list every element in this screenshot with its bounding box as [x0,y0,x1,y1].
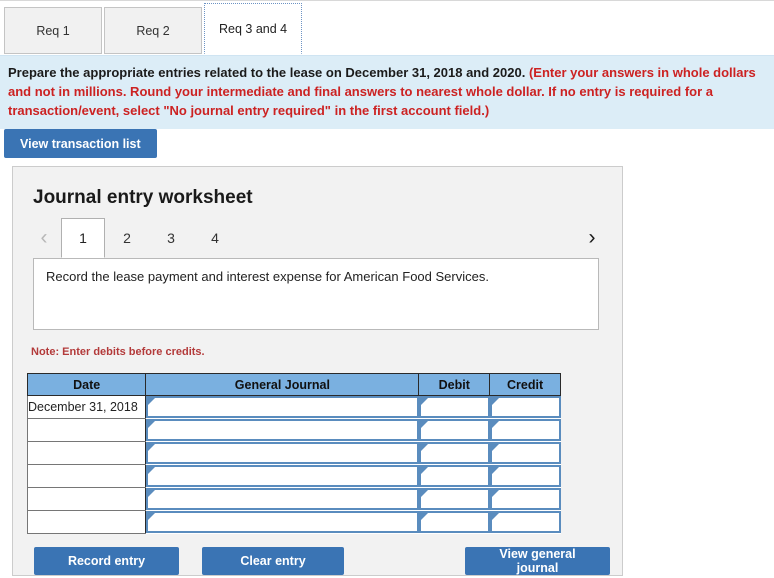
entry-description-box: Record the lease payment and interest ex… [33,258,599,330]
credit-cell[interactable] [489,464,561,488]
date-cell [26,487,147,511]
pager-page-label: 1 [79,230,87,246]
debit-cell[interactable] [418,510,490,534]
view-general-journal-button[interactable]: View general journal [465,547,610,575]
tabstrip-filler [304,6,770,54]
table-row [26,418,561,442]
credit-cell[interactable] [489,418,561,442]
date-cell: December 31, 2018 [26,395,147,419]
journal-entry-worksheet-panel: Journal entry worksheet ‹ 1 2 3 4 › Reco… [12,166,623,576]
date-cell [26,441,147,465]
credit-cell[interactable] [489,510,561,534]
column-header-credit: Credit [489,373,561,396]
instructions-banner: Prepare the appropriate entries related … [0,55,774,129]
credit-input[interactable] [489,465,561,487]
credit-cell[interactable] [489,441,561,465]
debit-input[interactable] [418,419,490,441]
top-divider [0,0,774,1]
credit-input[interactable] [489,442,561,464]
general-journal-input[interactable] [146,442,419,464]
general-journal-cell[interactable] [145,510,419,534]
date-cell [26,418,147,442]
chevron-right-icon[interactable]: › [575,219,609,257]
view-transaction-list-button[interactable]: View transaction list [4,129,157,158]
journal-entry-table: Date General Journal Debit Credit Decemb… [26,373,561,534]
debit-input[interactable] [418,488,490,510]
table-row: December 31, 2018 [26,395,561,419]
clear-entry-button[interactable]: Clear entry [202,547,344,575]
tab-label: Req 2 [136,23,170,38]
chevron-left-icon[interactable]: ‹ [27,219,61,257]
debits-before-credits-note: Note: Enter debits before credits. [31,346,205,358]
debit-cell[interactable] [418,464,490,488]
tab-req-3-and-4[interactable]: Req 3 and 4 [204,3,303,54]
debit-input[interactable] [418,465,490,487]
pager-page-2[interactable]: 2 [105,219,149,257]
general-journal-input[interactable] [146,488,419,510]
column-header-debit: Debit [418,373,491,396]
pager-page-4[interactable]: 4 [193,219,237,257]
table-row [26,510,561,534]
date-cell [26,464,147,488]
debit-cell[interactable] [418,487,490,511]
pager-page-label: 2 [123,230,131,246]
column-header-general-journal: General Journal [145,373,420,396]
tab-label: Req 3 and 4 [219,21,288,36]
debit-input[interactable] [418,396,490,419]
general-journal-cell[interactable] [145,487,419,511]
credit-input[interactable] [489,511,561,533]
general-journal-cell[interactable] [145,395,419,419]
worksheet-title: Journal entry worksheet [33,187,253,208]
debit-cell[interactable] [418,441,490,465]
pager-page-3[interactable]: 3 [149,219,193,257]
debit-input[interactable] [418,511,490,533]
pager-page-label: 3 [167,230,175,246]
tab-req-1[interactable]: Req 1 [4,7,102,54]
debit-cell[interactable] [418,418,490,442]
table-row [26,441,561,465]
credit-cell[interactable] [489,395,561,419]
general-journal-cell[interactable] [145,418,419,442]
credit-input[interactable] [489,488,561,510]
pager-page-label: 4 [211,230,219,246]
table-row [26,464,561,488]
tab-req-2[interactable]: Req 2 [104,7,202,54]
worksheet-pager: ‹ 1 2 3 4 › [27,218,609,258]
credit-input[interactable] [489,419,561,441]
general-journal-input[interactable] [146,511,419,533]
general-journal-cell[interactable] [145,464,419,488]
general-journal-input[interactable] [146,419,419,441]
instructions-primary-text: Prepare the appropriate entries related … [8,65,529,80]
credit-cell[interactable] [489,487,561,511]
tab-label: Req 1 [36,23,70,38]
column-header-date: Date [26,373,147,396]
entry-description-text: Record the lease payment and interest ex… [46,269,489,284]
credit-input[interactable] [489,396,561,419]
debit-input[interactable] [418,442,490,464]
date-cell [26,510,147,534]
debit-cell[interactable] [418,395,490,419]
table-row [26,487,561,511]
general-journal-cell[interactable] [145,441,419,465]
record-entry-button[interactable]: Record entry [34,547,179,575]
general-journal-input[interactable] [146,465,419,487]
table-header-row: Date General Journal Debit Credit [26,373,561,396]
pager-page-1[interactable]: 1 [61,218,105,258]
requirement-tabs: Req 1 Req 2 Req 3 and 4 [4,3,770,54]
general-journal-input[interactable] [146,396,419,419]
